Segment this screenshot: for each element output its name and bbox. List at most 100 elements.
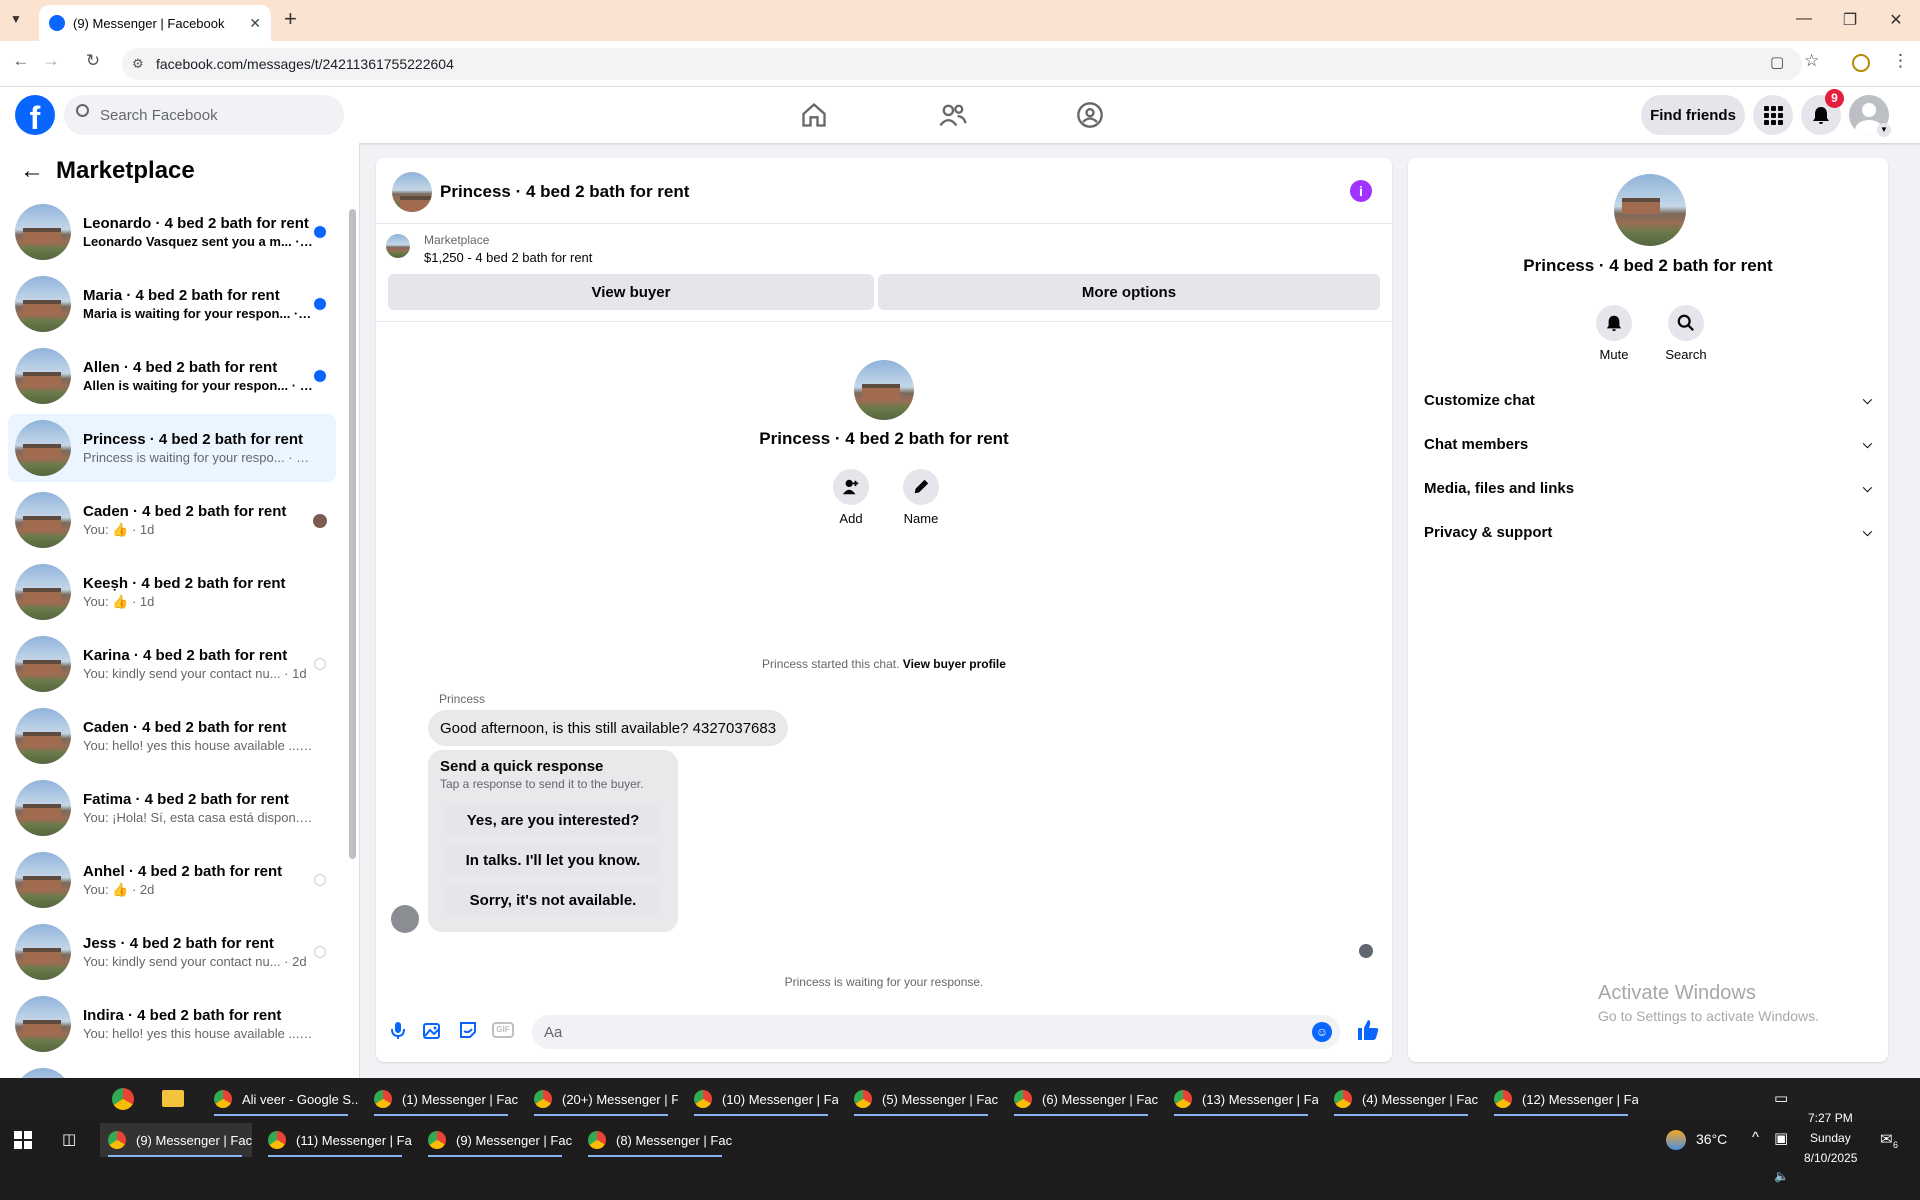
url-omnibox[interactable]: ⚙ facebook.com/messages/t/24211361755222… — [122, 48, 1802, 80]
quick-response-in-talks[interactable]: In talks. I'll let you know. — [445, 844, 661, 876]
close-window-icon[interactable]: ✕ — [1884, 10, 1908, 30]
tab-search-dropdown-icon[interactable]: ▼ — [10, 12, 22, 26]
facebook-search-input[interactable]: Search Facebook — [64, 95, 344, 135]
weather-icon[interactable] — [1666, 1130, 1686, 1150]
profile-icon[interactable] — [1852, 54, 1870, 72]
conversation-avatar — [15, 996, 71, 1052]
conversation-item[interactable]: Caden · 4 bed 2 bath for rent You: hello!… — [8, 702, 336, 770]
gif-button[interactable]: GIF — [492, 1022, 514, 1038]
browser-menu-icon[interactable]: ⋮ — [1892, 51, 1909, 71]
network-icon[interactable]: ▣ — [1774, 1129, 1788, 1147]
taskbar-window-button[interactable]: (4) Messenger | Fac... — [1326, 1082, 1478, 1116]
clock-time[interactable]: 7:27 PM — [1808, 1111, 1853, 1125]
back-icon[interactable]: ← — [10, 51, 32, 71]
minimize-icon[interactable]: — — [1792, 10, 1816, 28]
taskbar-window-button[interactable]: (9) Messenger | Fac... — [420, 1123, 572, 1157]
taskbar-window-button[interactable]: (12) Messenger | Fa... — [1486, 1082, 1638, 1116]
tab-close-icon[interactable]: ✕ — [249, 15, 261, 32]
conversation-item[interactable]: Princess · 4 bed 2 bath for rent Princess… — [8, 414, 336, 482]
file-explorer-icon[interactable] — [162, 1090, 184, 1107]
media-files-links-section[interactable]: Media, files and links ⌵ — [1424, 466, 1872, 510]
taskbar-window-button[interactable]: (6) Messenger | Fac... — [1006, 1082, 1158, 1116]
intro-avatar[interactable] — [854, 360, 914, 420]
volume-icon[interactable]: 🔈 — [1774, 1169, 1789, 1183]
taskbar-window-button[interactable]: Ali veer - Google S... — [206, 1082, 358, 1116]
conversation-item[interactable]: Indira · 4 bed 2 bath for rent You: hello… — [8, 990, 336, 1058]
taskbar-window-button[interactable]: (13) Messenger | Fa... — [1166, 1082, 1318, 1116]
menu-grid-button[interactable] — [1753, 95, 1793, 135]
conversation-item[interactable]: Jess · 4 bed 2 bath for rent You: kindly … — [8, 918, 336, 986]
listing-thumbnail[interactable] — [386, 234, 410, 258]
account-chevron-icon[interactable]: ▼ — [1877, 123, 1891, 137]
message-composer-input[interactable]: Aa ☺ — [532, 1015, 1340, 1049]
photo-icon[interactable] — [422, 1020, 442, 1040]
reload-icon[interactable]: ↻ — [82, 51, 104, 71]
sticker-icon[interactable] — [458, 1020, 478, 1040]
browser-tab-active[interactable]: (9) Messenger | Facebook ✕ — [39, 5, 271, 41]
conversation-list-scrollbar[interactable] — [349, 209, 356, 859]
find-friends-button[interactable]: Find friends — [1641, 95, 1745, 135]
new-tab-button[interactable]: + — [284, 6, 297, 32]
conversation-item[interactable]: Karina · 4 bed 2 bath for rent You: kindl… — [8, 630, 336, 698]
microphone-icon[interactable] — [388, 1020, 408, 1040]
taskbar-window-button[interactable]: (11) Messenger | Fa... — [260, 1123, 412, 1157]
bookmark-star-icon[interactable]: ☆ — [1804, 51, 1819, 71]
groups-icon[interactable] — [1076, 101, 1104, 129]
listing-title[interactable]: $1,250 - 4 bed 2 bath for rent — [424, 250, 592, 265]
facebook-header: f Search Facebook Find friends 9 ▼ — [0, 87, 1920, 143]
conversation-info-icon[interactable]: i — [1350, 180, 1372, 202]
friends-icon[interactable] — [938, 101, 968, 129]
details-avatar[interactable] — [1614, 174, 1686, 246]
customize-chat-section[interactable]: Customize chat ⌵ — [1424, 378, 1872, 422]
thumbs-up-icon[interactable] — [1356, 1018, 1380, 1042]
taskbar-window-button[interactable]: (10) Messenger | Fa... — [686, 1082, 838, 1116]
site-info-icon[interactable]: ⚙ — [132, 56, 144, 72]
taskbar-window-button[interactable]: (20+) Messenger | F... — [526, 1082, 678, 1116]
mute-action[interactable]: Mute — [1586, 305, 1642, 362]
forward-icon[interactable]: → — [40, 51, 62, 71]
edit-name-action[interactable]: Name — [896, 469, 946, 526]
tray-expand-icon[interactable]: ^ — [1752, 1129, 1759, 1146]
quick-response-not-available[interactable]: Sorry, it's not available. — [445, 884, 661, 916]
clock-day[interactable]: Sunday — [1810, 1131, 1851, 1145]
chat-header-avatar[interactable] — [392, 172, 432, 212]
privacy-support-section[interactable]: Privacy & support ⌵ — [1424, 510, 1872, 554]
taskbar-window-button[interactable]: (1) Messenger | Fac... — [366, 1082, 518, 1116]
conversation-item[interactable]: Allen · 4 bed 2 bath for rent Allen is wa… — [8, 342, 336, 410]
conversation-item[interactable]: Anhel · 4 bed 2 bath for rent You: 👍 · 2d — [8, 846, 336, 914]
temperature-text[interactable]: 36°C — [1696, 1131, 1727, 1147]
emoji-icon[interactable]: ☺ — [1312, 1022, 1332, 1042]
view-buyer-profile-link[interactable]: View buyer profile — [903, 657, 1006, 671]
notifications-button[interactable]: 9 — [1801, 89, 1844, 135]
home-icon[interactable] — [800, 101, 828, 129]
taskbar-window-button[interactable]: (8) Messenger | Fac... — [580, 1123, 732, 1157]
taskbar-window-button[interactable]: (5) Messenger | Fac... — [846, 1082, 998, 1116]
restore-icon[interactable]: ❐ — [1838, 10, 1862, 30]
view-buyer-button[interactable]: View buyer — [388, 274, 874, 310]
conversation-item[interactable]: Keeṣh · 4 bed 2 bath for rent You: 👍 · 1d — [8, 558, 336, 626]
conversation-item[interactable]: Maria · 4 bed 2 bath for rent Maria is wa… — [8, 270, 336, 338]
quick-response-yes[interactable]: Yes, are you interested? — [445, 804, 661, 836]
chrome-icon[interactable] — [112, 1088, 134, 1110]
conversation-item[interactable]: Caden · 4 bed 2 bath for rent You: 👍 · 1d — [8, 486, 336, 554]
chat-title[interactable]: Princess · 4 bed 2 bath for rent — [440, 182, 689, 202]
taskbar-window-button[interactable]: (9) Messenger | Fac... — [100, 1123, 252, 1157]
chat-members-section[interactable]: Chat members ⌵ — [1424, 422, 1872, 466]
back-arrow-icon[interactable]: ← — [20, 157, 44, 185]
more-options-button[interactable]: More options — [878, 274, 1380, 310]
search-action[interactable]: Search — [1658, 305, 1714, 362]
conversation-item[interactable]: Fatima · 4 bed 2 bath for rent You: ¡Hola… — [8, 774, 336, 842]
notification-center-icon[interactable]: ✉ — [1880, 1130, 1893, 1148]
task-view-icon[interactable]: ◫ — [62, 1130, 76, 1148]
sender-small-avatar[interactable] — [391, 905, 419, 933]
taskbar-overflow-icon[interactable]: ▭ — [1774, 1089, 1788, 1107]
windows-start-icon[interactable] — [14, 1131, 32, 1149]
conversation-item[interactable]: Rita · 4 bed 2 bath for rent — [8, 1062, 336, 1078]
conversation-avatar — [15, 636, 71, 692]
clock-date[interactable]: 8/10/2025 — [1804, 1151, 1857, 1165]
conversation-item[interactable]: Leonardo · 4 bed 2 bath for rent Leonardo… — [8, 198, 336, 266]
facebook-logo[interactable]: f — [15, 95, 55, 136]
add-people-action[interactable]: Add — [826, 469, 876, 526]
message-bubble[interactable]: Good afternoon, is this still available?… — [428, 710, 789, 746]
install-app-icon[interactable]: ▢ — [1770, 53, 1784, 71]
